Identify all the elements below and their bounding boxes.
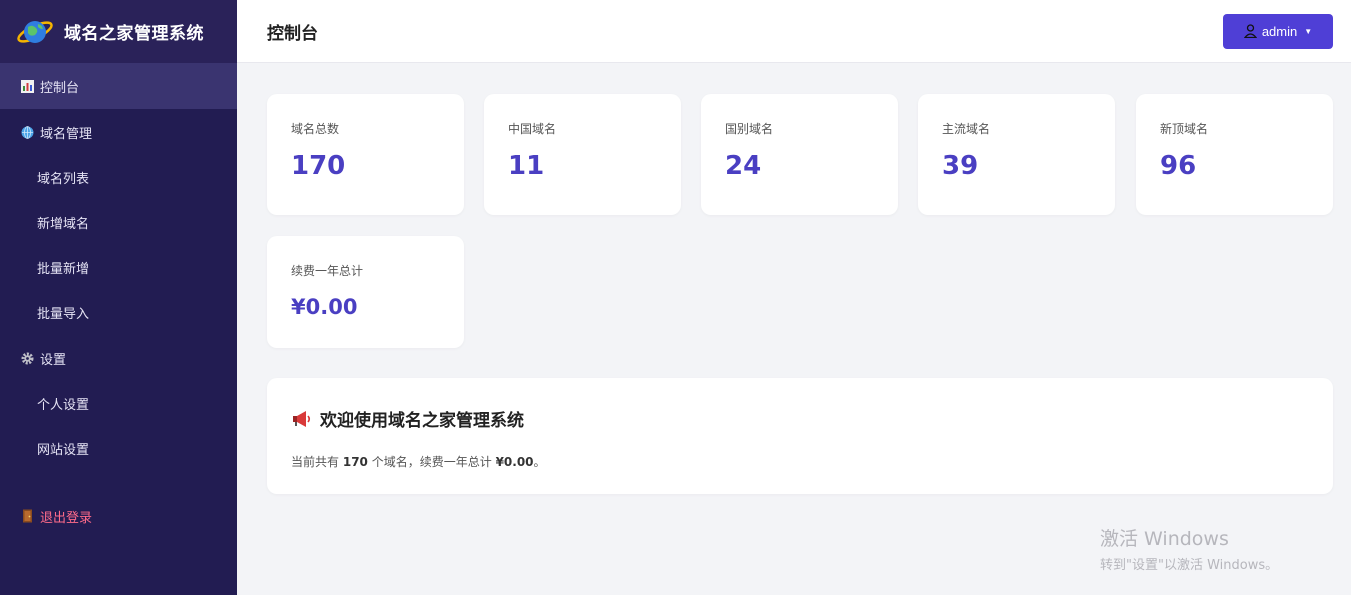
- caret-down-icon: ▼: [1304, 26, 1313, 36]
- stat-value: 24: [725, 151, 762, 181]
- sidebar-item-batch-import[interactable]: 批量导入: [0, 290, 237, 335]
- sidebar-item-domain-management[interactable]: 域名管理: [0, 109, 237, 155]
- sidebar-item-label: 退出登录: [40, 510, 93, 526]
- sidebar-item-label: 控制台: [40, 80, 80, 96]
- welcome-title: 欢迎使用域名之家管理系统: [291, 406, 1309, 431]
- sidebar-item-personal-settings[interactable]: 个人设置: [0, 381, 237, 426]
- stat-card-country: 国别域名 24: [701, 94, 898, 215]
- user-name: admin: [1261, 23, 1298, 39]
- stat-value: 11: [508, 151, 545, 181]
- sidebar-item-domain-list[interactable]: 域名列表: [0, 155, 237, 200]
- stat-value: 96: [1160, 151, 1197, 181]
- watermark-line1: 激活 Windows: [1100, 528, 1229, 550]
- user-icon: [1243, 24, 1257, 38]
- welcome-panel: 欢迎使用域名之家管理系统 当前共有 170 个域名，续费一年总计 ¥0.00。: [267, 378, 1333, 494]
- stat-value: ¥0.00: [291, 295, 358, 319]
- summary-prefix: 当前共有: [291, 455, 340, 469]
- sidebar-item-label: 域名管理: [40, 126, 93, 142]
- logo[interactable]: 域名之家管理系统: [0, 0, 237, 63]
- windows-activation-watermark: 激活 Windows 转到"设置"以激活 Windows。: [1100, 524, 1278, 573]
- stat-card-renewal-total: 续费一年总计 ¥0.00: [267, 236, 464, 348]
- globe-logo-icon: [17, 20, 53, 43]
- sidebar-item-logout[interactable]: 退出登录: [0, 493, 237, 539]
- sidebar-item-site-settings[interactable]: 网站设置: [0, 426, 237, 471]
- summary-count: 170: [342, 455, 368, 469]
- stat-value: 170: [291, 151, 346, 181]
- stat-card-new-tld: 新顶域名 96: [1136, 94, 1333, 215]
- summary-suffix: 。: [533, 455, 546, 469]
- stat-card-china: 中国域名 11: [484, 94, 681, 215]
- sidebar-item-add-domain[interactable]: 新增域名: [0, 200, 237, 245]
- stat-label: 续费一年总计: [291, 264, 364, 278]
- megaphone-icon: [291, 410, 313, 428]
- sidebar-item-batch-add[interactable]: 批量新增: [0, 245, 237, 290]
- user-menu-button[interactable]: admin ▼: [1223, 13, 1333, 49]
- watermark-line2: 转到"设置"以激活 Windows。: [1100, 558, 1279, 573]
- app-name: 域名之家管理系统: [64, 24, 204, 44]
- stat-label: 域名总数: [291, 122, 340, 136]
- summary-mid: 个域名，续费一年总计: [371, 455, 492, 469]
- sidebar: 域名之家管理系统 控制台 域名管理 域名列表 新增域名 批量新增 批量导入 设置…: [0, 0, 237, 595]
- welcome-title-text: 欢迎使用域名之家管理系统: [320, 411, 524, 431]
- welcome-summary: 当前共有 170 个域名，续费一年总计 ¥0.00。: [291, 453, 1309, 470]
- stat-card-total: 域名总数 170: [267, 94, 464, 215]
- stat-label: 国别域名: [725, 122, 774, 136]
- stat-label: 新顶域名: [1160, 122, 1209, 136]
- globe-icon: [20, 125, 34, 139]
- page-title: 控制台: [267, 23, 318, 44]
- stat-card-mainstream: 主流域名 39: [918, 94, 1115, 215]
- top-bar: 控制台 admin ▼: [237, 0, 1351, 63]
- door-icon: [20, 509, 34, 523]
- sidebar-item-dashboard[interactable]: 控制台: [0, 63, 237, 109]
- sidebar-item-label: 设置: [40, 352, 67, 368]
- summary-total: ¥0.00: [495, 455, 534, 469]
- bar-chart-icon: [20, 79, 34, 93]
- stat-label: 中国域名: [508, 122, 557, 136]
- stat-label: 主流域名: [942, 122, 991, 136]
- stat-value: 39: [942, 151, 979, 181]
- gear-icon: [20, 351, 34, 365]
- sidebar-item-settings[interactable]: 设置: [0, 335, 237, 381]
